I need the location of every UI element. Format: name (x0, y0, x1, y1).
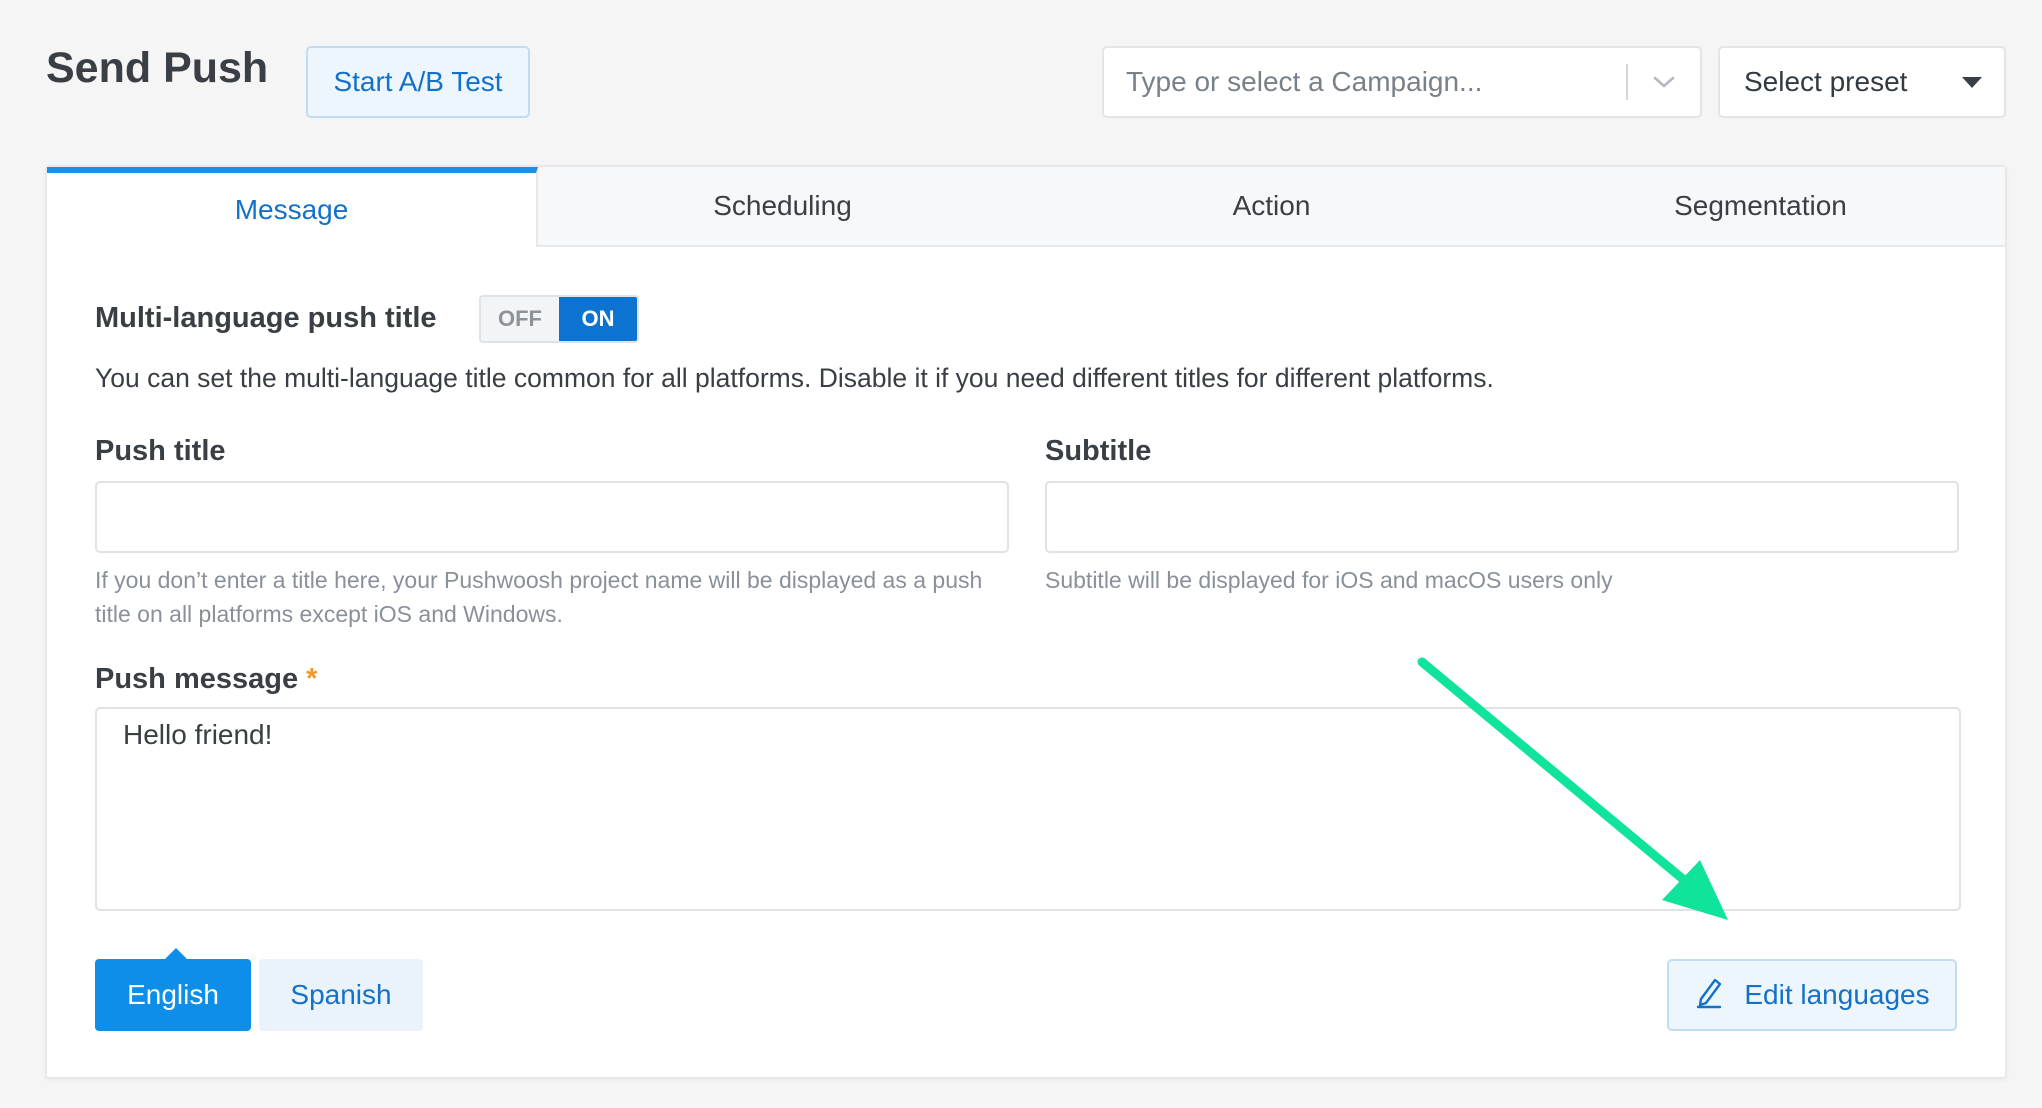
push-message-label: Push message (95, 663, 299, 695)
subtitle-hint: Subtitle will be displayed for iOS and m… (1045, 567, 1613, 593)
tab-action[interactable]: Action (1027, 167, 1516, 245)
start-ab-test-button[interactable]: Start A/B Test (306, 46, 530, 118)
push-title-hint: If you don’t enter a title here, your Pu… (95, 567, 983, 627)
preset-select-label: Select preset (1744, 66, 1908, 97)
edit-languages-label: Edit languages (1744, 979, 1930, 1010)
push-message-textarea[interactable]: Hello friend! (95, 707, 1961, 911)
language-tab-english[interactable]: English (95, 948, 251, 1031)
subtitle-label: Subtitle (1045, 435, 1152, 467)
tab-scheduling[interactable]: Scheduling (538, 167, 1027, 245)
chevron-down-icon[interactable] (1628, 48, 1700, 116)
required-mark: * (306, 663, 318, 695)
push-message-label-row: Push message * (95, 663, 317, 696)
multilang-description: You can set the multi-language title com… (95, 363, 1494, 393)
campaign-select[interactable]: Type or select a Campaign... (1102, 46, 1702, 118)
language-tab-spanish[interactable]: Spanish (259, 959, 423, 1031)
tab-message[interactable]: Message (47, 167, 538, 247)
edit-languages-button[interactable]: Edit languages (1667, 959, 1957, 1031)
multilang-toggle[interactable]: OFF ON (479, 295, 639, 343)
push-form-card: Message Scheduling Action Segmentation M… (45, 165, 2007, 1079)
push-title-label: Push title (95, 435, 226, 467)
tab-segmentation[interactable]: Segmentation (1516, 167, 2005, 245)
subtitle-input[interactable] (1045, 481, 1959, 553)
page-title: Send Push (46, 44, 269, 92)
multilang-title-label: Multi-language push title (95, 302, 437, 334)
preset-select[interactable]: Select preset (1718, 46, 2006, 118)
caret-down-icon (1962, 76, 1982, 88)
pencil-icon (1694, 975, 1724, 1016)
toggle-off-option[interactable]: OFF (481, 297, 559, 341)
tab-bar: Message Scheduling Action Segmentation (47, 167, 2005, 247)
push-title-input[interactable] (95, 481, 1009, 553)
toggle-on-option[interactable]: ON (559, 297, 637, 341)
campaign-select-placeholder: Type or select a Campaign... (1126, 66, 1483, 97)
